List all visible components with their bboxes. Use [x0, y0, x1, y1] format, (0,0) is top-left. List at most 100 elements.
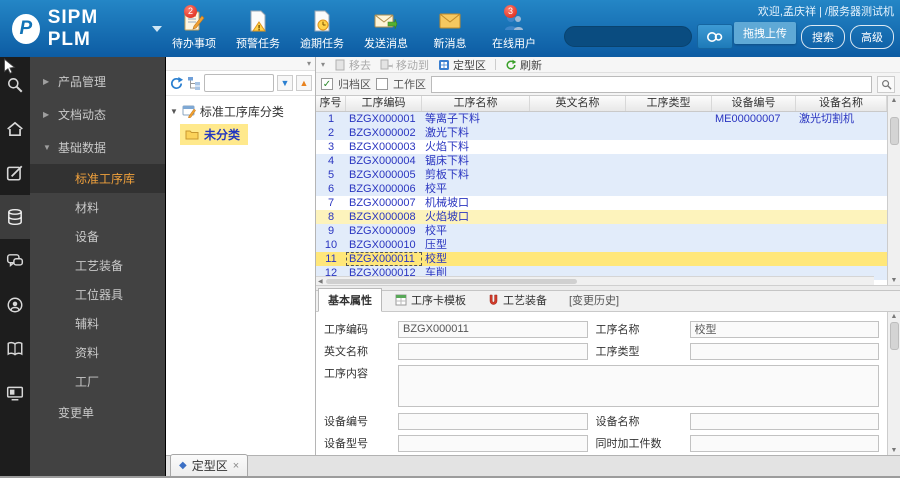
tree-collapse-bar[interactable]: ▾ [166, 57, 315, 71]
scroll-down-arrow[interactable]: ▼ [891, 447, 898, 454]
remove-button[interactable]: 移去 [334, 57, 371, 73]
scroll-up-arrow[interactable]: ▲ [891, 313, 898, 320]
horizontal-scrollbar[interactable]: ◀ [316, 276, 874, 285]
tree-filter-input[interactable] [204, 74, 274, 92]
fixed-area-button[interactable]: 定型区 [438, 57, 486, 73]
menu-item[interactable]: 资料 [30, 338, 165, 367]
cell-code: BZGX000009 [349, 225, 416, 237]
search-button[interactable]: 搜索 [801, 24, 845, 49]
strip-home[interactable] [0, 107, 30, 151]
cell-eqno [712, 126, 796, 140]
strip-library[interactable] [0, 327, 30, 371]
nav-new-message[interactable]: 新消息 [418, 9, 482, 51]
tab-process-equipment[interactable]: 工艺装备 [479, 289, 556, 311]
table-vertical-scrollbar[interactable]: ▲ ▼ [887, 96, 900, 285]
scroll-left-arrow[interactable]: ◀ [318, 278, 323, 285]
global-search-input[interactable] [564, 26, 692, 47]
nav-online-users[interactable]: 3 在线用户 [482, 5, 546, 51]
cell-code: BZGX000005 [349, 169, 416, 181]
table-row[interactable]: 8 BZGX000008 火焰坡口 [316, 210, 887, 224]
table-row[interactable]: 4 BZGX000004 锯床下料 [316, 154, 887, 168]
tree-expand-button[interactable]: ▼ [277, 75, 293, 91]
menu-item[interactable]: 设备 [30, 222, 165, 251]
col-eqname[interactable]: 设备名称 [796, 96, 887, 111]
table-row[interactable]: 11 BZGX000011 校型 [316, 252, 887, 266]
fixed-area-tab[interactable]: ◆ 定型区 × [170, 454, 249, 476]
logo-dropdown-caret[interactable] [152, 25, 162, 32]
work-area-checkbox[interactable] [376, 78, 388, 90]
detail-vscroll-thumb[interactable] [889, 321, 899, 350]
col-en[interactable]: 英文名称 [530, 96, 626, 111]
strip-monitor[interactable] [0, 371, 30, 415]
close-icon[interactable]: × [233, 460, 239, 472]
move-to-button[interactable]: 移动到 [380, 57, 429, 73]
menu-item[interactable]: ▶ 文档动态 [30, 98, 165, 131]
scroll-up-arrow[interactable]: ▲ [891, 97, 898, 104]
table-row[interactable]: 10 BZGX000010 压型 [316, 238, 887, 252]
nav-send-message[interactable]: 发送消息 [354, 9, 418, 51]
collapse-chevron-icon[interactable]: ▾ [307, 59, 311, 68]
tree-root-caret[interactable]: ▼ [170, 107, 178, 116]
tree-collapse-button[interactable]: ▲ [296, 75, 312, 91]
menu-item[interactable]: ▶ 产品管理 [30, 65, 165, 98]
hscroll-thumb[interactable] [325, 278, 577, 284]
detail-vertical-scrollbar[interactable]: ▲ ▼ [887, 312, 900, 455]
table-row[interactable]: 1 BZGX000001 等离子下料 ME00000007 激光切割机 [316, 112, 887, 126]
tree-root-node[interactable]: ▼ 标准工序库分类 [166, 101, 315, 122]
tree-hierarchy-icon[interactable] [187, 76, 201, 90]
field-input[interactable] [689, 320, 879, 338]
upload-button[interactable] [697, 24, 733, 49]
field-input[interactable] [398, 412, 588, 430]
archive-area-checkbox[interactable]: ✓ [321, 78, 333, 90]
process-content-textarea[interactable] [398, 365, 879, 407]
menu-item[interactable]: 标准工序库 [30, 164, 165, 193]
col-name[interactable]: 工序名称 [422, 96, 530, 111]
nav-alert-tasks[interactable]: 预警任务 [226, 9, 290, 51]
field-input[interactable] [398, 320, 588, 338]
col-code[interactable]: 工序编码 [346, 96, 422, 111]
process-table: 序号 工序编码 工序名称 英文名称 工序类型 设备编号 设备名称 1 BZGX0… [316, 96, 887, 285]
menu-item[interactable]: 变更单 [30, 396, 165, 429]
app-logo[interactable]: P SIPM PLM [0, 0, 162, 57]
panel-collapse-chevron[interactable]: ▾ [321, 60, 325, 69]
table-row[interactable]: 2 BZGX000002 激光下料 [316, 126, 887, 140]
tab-card-template[interactable]: 工序卡模板 [386, 289, 475, 311]
menu-item[interactable]: 工艺装备 [30, 251, 165, 280]
field-input[interactable] [689, 342, 879, 360]
table-row[interactable]: 7 BZGX000007 机械坡口 [316, 196, 887, 210]
strip-support[interactable] [0, 283, 30, 327]
menu-item[interactable]: 辅料 [30, 309, 165, 338]
field-input[interactable] [398, 342, 588, 360]
bottom-tab-bar: ◆ 定型区 × [166, 454, 900, 476]
menu-item[interactable]: 工厂 [30, 367, 165, 396]
col-type[interactable]: 工序类型 [626, 96, 712, 111]
menu-item[interactable]: ▼ 基础数据 [30, 131, 165, 164]
list-search-button[interactable] [877, 75, 895, 93]
scroll-down-arrow[interactable]: ▼ [891, 277, 898, 284]
field-input[interactable] [689, 412, 879, 430]
table-row[interactable]: 5 BZGX000005 剪板下料 [316, 168, 887, 182]
tree-node-unclassified[interactable]: 未分类 [180, 124, 249, 145]
tree-refresh-icon[interactable] [169, 76, 184, 91]
cell-code: BZGX000003 [349, 141, 416, 153]
vscroll-thumb[interactable] [889, 116, 899, 145]
tab-basic-props[interactable]: 基本属性 [318, 288, 382, 312]
table-row[interactable]: 3 BZGX000003 火焰下料 [316, 140, 887, 154]
col-eqno[interactable]: 设备编号 [712, 96, 796, 111]
menu-item[interactable]: 材料 [30, 193, 165, 222]
nav-overdue-tasks[interactable]: 逾期任务 [290, 9, 354, 51]
advanced-button[interactable]: 高级 [850, 24, 894, 49]
field-input[interactable] [398, 434, 588, 452]
field-input[interactable] [689, 434, 879, 452]
col-no[interactable]: 序号 [316, 96, 346, 111]
table-row[interactable]: 6 BZGX000006 校平 [316, 182, 887, 196]
tab-change-history[interactable]: [变更历史] [560, 289, 628, 311]
table-row[interactable]: 9 BZGX000009 校平 [316, 224, 887, 238]
menu-item[interactable]: 工位器具 [30, 280, 165, 309]
strip-edit[interactable] [0, 151, 30, 195]
list-filter-input[interactable] [431, 75, 872, 93]
strip-data[interactable] [0, 195, 30, 239]
refresh-button[interactable]: 刷新 [505, 57, 542, 73]
strip-chat[interactable] [0, 239, 30, 283]
nav-todo[interactable]: 2 待办事项 [162, 5, 226, 51]
